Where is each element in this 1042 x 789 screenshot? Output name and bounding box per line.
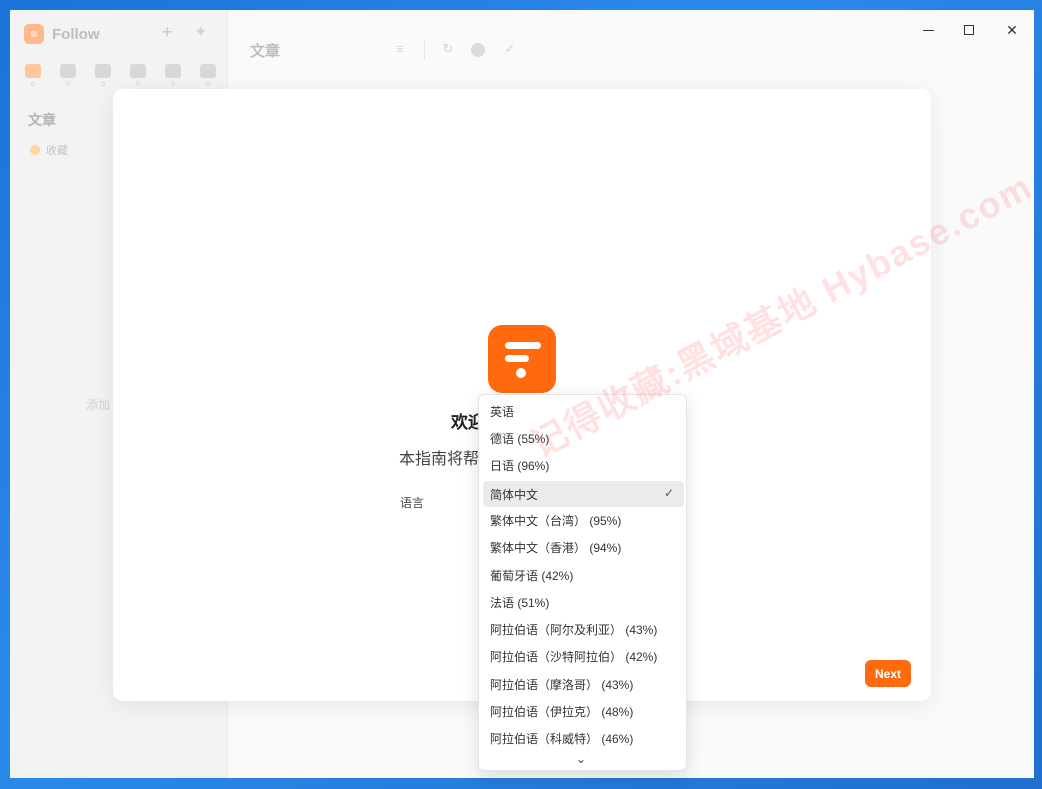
language-option-label: 葡萄牙语 (42%) (490, 568, 574, 583)
category-count: 0 (31, 81, 35, 88)
check-icon: ✓ (663, 486, 674, 500)
category-count: 0 (66, 81, 70, 88)
category-count: 0 (171, 81, 175, 88)
sparkle-icon[interactable]: ✦ (194, 22, 207, 42)
language-option[interactable]: 日语 (96%) (483, 452, 684, 478)
article-icon (25, 64, 41, 78)
language-option[interactable]: 繁体中文（香港） (94%) (483, 534, 684, 560)
mark-read-icon[interactable]: ✓ (503, 42, 517, 56)
picture-icon (95, 64, 111, 78)
next-button[interactable]: Next (865, 660, 911, 687)
language-option[interactable]: 阿拉伯语（伊拉克） (48%) (483, 698, 684, 724)
language-option-label: 阿拉伯语（摩洛哥） (43%) (490, 677, 634, 692)
language-option-label: 简体中文 (490, 487, 539, 502)
category-tab-notifications[interactable]: 0 (199, 64, 217, 88)
video-icon (130, 64, 146, 78)
language-option-label: 德语 (55%) (490, 431, 550, 446)
language-option-label: 繁体中文（台湾） (95%) (490, 513, 622, 528)
minimize-button[interactable] (908, 18, 948, 42)
category-tab-audio[interactable]: 0 (164, 64, 182, 88)
category-count: 0 (101, 81, 105, 88)
category-tab-videos[interactable]: 0 (129, 64, 147, 88)
sidebar-item-favorites[interactable]: 收藏 (30, 142, 68, 158)
language-option[interactable]: 法语 (51%) (483, 589, 684, 615)
add-feed-hint: 添加 (86, 398, 111, 412)
language-option[interactable]: 阿拉伯语（沙特阿拉伯） (42%) (483, 643, 684, 669)
refresh-icon[interactable]: ↻ (441, 42, 455, 56)
category-tab-pictures[interactable]: 0 (94, 64, 112, 88)
close-button[interactable]: ✕ (992, 18, 1032, 42)
follow-logo-icon: ≡ (24, 24, 44, 44)
app-name: Follow (52, 25, 100, 43)
language-option[interactable]: 阿拉伯语（阿尔及利亚） (43%) (483, 616, 684, 642)
minimize-icon (922, 29, 934, 31)
category-tab-social[interactable]: 0 (59, 64, 77, 88)
language-option[interactable]: 英语 (483, 398, 684, 424)
language-option[interactable]: 阿拉伯语（科威特） (46%) (483, 725, 684, 751)
maximize-icon (964, 25, 974, 35)
chevron-down-icon[interactable]: ⌄ (576, 752, 586, 766)
language-option-label: 阿拉伯语（沙特阿拉伯） (42%) (490, 649, 658, 664)
app-brand: ≡ Follow (24, 24, 100, 44)
page-title: 文章 (250, 43, 281, 60)
welcome-description: 本指南将帮 (399, 451, 480, 468)
language-label: 语言 (400, 496, 425, 510)
add-feed-icon[interactable]: + (162, 22, 173, 43)
social-icon (60, 64, 76, 78)
notification-icon (200, 64, 216, 78)
star-icon (30, 145, 40, 155)
language-option-label: 法语 (51%) (490, 595, 550, 610)
language-option-label: 阿拉伯语（科威特） (46%) (490, 731, 634, 746)
category-tabs: 0 0 0 0 0 0 (24, 64, 217, 88)
close-icon: ✕ (1006, 21, 1018, 38)
language-option[interactable]: 葡萄牙语 (42%) (483, 562, 684, 588)
language-option-label: 阿拉伯语（阿尔及利亚） (43%) (490, 622, 658, 637)
language-option[interactable]: 阿拉伯语（摩洛哥） (43%) (483, 671, 684, 697)
category-tab-articles[interactable]: 0 (24, 64, 42, 88)
follow-logo-icon (488, 325, 556, 393)
language-option-label: 英语 (490, 404, 515, 419)
language-option-label: 日语 (96%) (490, 458, 550, 473)
language-select-menu[interactable]: 英语 德语 (55%) 日语 (96%) 简体中文 ✓ 繁体中文（台湾） (95… (478, 394, 687, 771)
language-option-label: 繁体中文（香港） (94%) (490, 540, 622, 555)
language-option-label: 阿拉伯语（伊拉克） (48%) (490, 704, 634, 719)
category-count: 0 (206, 81, 210, 88)
audio-icon (165, 64, 181, 78)
maximize-button[interactable] (949, 18, 989, 42)
language-option[interactable]: 德语 (55%) (483, 425, 684, 451)
category-count: 0 (136, 81, 140, 88)
list-icon[interactable]: ≡ (393, 42, 407, 56)
language-option-selected[interactable]: 简体中文 ✓ (483, 481, 684, 507)
unread-dot-icon[interactable] (471, 43, 485, 57)
toolbar-divider (424, 40, 425, 60)
sidebar-section-title: 文章 (28, 112, 56, 128)
sidebar-item-label: 收藏 (46, 145, 68, 157)
language-option[interactable]: 繁体中文（台湾） (95%) (483, 507, 684, 533)
